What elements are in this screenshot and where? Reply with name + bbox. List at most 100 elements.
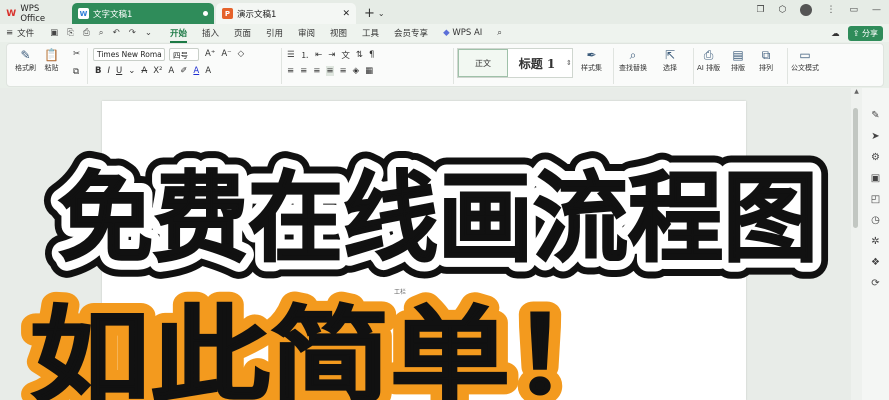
style-set-icon: ✒ xyxy=(586,48,597,62)
menu-page[interactable]: 页面 xyxy=(234,27,251,39)
undo-icon[interactable]: ↶ xyxy=(113,28,120,38)
tab-document[interactable]: W 文字文稿1 xyxy=(72,3,214,24)
align-center-icon[interactable]: ≡ xyxy=(300,66,307,76)
ai-layout-button[interactable]: ⎙ AI 排版 xyxy=(697,47,720,73)
underline-dropdown-icon[interactable]: ⌄ xyxy=(128,66,135,76)
style-scroll-icon[interactable]: ⇕ xyxy=(566,59,572,67)
official-mode-button[interactable]: ▭ 公文模式 xyxy=(791,47,819,73)
print-icon[interactable]: ⎙ xyxy=(83,28,90,38)
divider xyxy=(613,48,614,84)
restore-window-icon[interactable]: ❐ xyxy=(757,5,765,15)
font-size-select[interactable]: 四号 xyxy=(169,48,199,61)
justify-icon[interactable]: ≡ xyxy=(326,66,334,76)
arrange-icon: ⧉ xyxy=(761,48,771,62)
style-heading-1[interactable]: 标题 1 xyxy=(508,49,566,77)
italic-icon[interactable]: I xyxy=(107,66,110,76)
font-name-select[interactable]: Times New Roma xyxy=(93,48,165,61)
shading-icon[interactable]: ◈ xyxy=(353,66,360,76)
maximize-icon[interactable]: — xyxy=(872,5,881,15)
refresh-icon[interactable]: ⟳ xyxy=(871,278,879,289)
redo-icon[interactable]: ↷ xyxy=(129,28,136,38)
page-label: 工栏 xyxy=(394,289,407,296)
settings-icon[interactable]: ✲ xyxy=(871,236,879,247)
menu-insert[interactable]: 插入 xyxy=(202,27,219,39)
style-normal[interactable]: 正文 xyxy=(458,49,508,77)
align-right-icon[interactable]: ≡ xyxy=(313,66,320,76)
cube-icon[interactable]: ⬡ xyxy=(779,5,787,15)
format-painter-icon: ✎ xyxy=(20,48,31,62)
highlight-icon[interactable]: ✐ xyxy=(180,66,187,76)
close-tab-icon[interactable]: ✕ xyxy=(342,9,350,19)
hamburger-icon[interactable]: ≡ xyxy=(6,28,13,38)
strikethrough-icon[interactable]: A xyxy=(141,66,147,76)
cut-icon[interactable]: ✂ xyxy=(73,49,80,59)
select-button[interactable]: ⇱ 选择 xyxy=(663,47,677,73)
find-replace-button[interactable]: ⌕ 查找替换 xyxy=(619,47,647,73)
avatar[interactable] xyxy=(800,4,813,16)
menu-tools[interactable]: 工具 xyxy=(362,27,379,39)
border-icon[interactable]: ▦ xyxy=(365,66,373,76)
send-icon[interactable]: ➤ xyxy=(871,131,879,142)
shrink-font-icon[interactable]: A⁻ xyxy=(221,49,231,59)
vertical-scrollbar[interactable]: ▲ xyxy=(851,88,862,400)
tab-presentation[interactable]: P 演示文稿1 ✕ xyxy=(216,3,356,24)
menu-view[interactable]: 视图 xyxy=(330,27,347,39)
scrollbar-thumb[interactable] xyxy=(853,108,858,228)
clear-format-icon[interactable]: ◇ xyxy=(238,49,245,59)
preview-icon[interactable]: ⌕ xyxy=(99,28,104,38)
menu-file[interactable]: 文件 xyxy=(17,27,34,39)
share-button[interactable]: ⇪ 分享 xyxy=(847,26,883,41)
show-marks-icon[interactable]: ¶ xyxy=(369,50,374,60)
adjust-icon[interactable]: ⚙ xyxy=(871,152,880,163)
menu-reference[interactable]: 引用 xyxy=(266,27,283,39)
official-doc-icon: ▭ xyxy=(799,48,811,62)
more-icon[interactable]: ⋮ xyxy=(826,5,835,15)
underline-icon[interactable]: U xyxy=(116,66,122,76)
superscript-icon[interactable]: X² xyxy=(153,66,162,76)
dropdown-icon[interactable]: ⌄ xyxy=(145,28,152,38)
chinese-layout-icon[interactable]: 文 xyxy=(341,49,350,61)
font-color-icon[interactable]: A xyxy=(193,66,199,76)
chevron-down-icon[interactable]: ⌄ xyxy=(378,9,385,18)
search-icon[interactable]: ⌕ xyxy=(497,28,502,38)
format-painter-button[interactable]: ✎ 格式刷 xyxy=(15,47,36,73)
numbered-list-icon[interactable]: ⒈ xyxy=(301,49,310,61)
menu-home[interactable]: 开始 xyxy=(169,27,187,43)
char-border-icon[interactable]: A xyxy=(205,66,211,76)
window-controls: ❐ ⬡ ⋮ ▭ — xyxy=(757,4,881,16)
bold-icon[interactable]: B xyxy=(95,66,101,76)
new-tab-button[interactable]: + ⌄ xyxy=(364,3,385,24)
presentation-icon: P xyxy=(222,8,233,19)
clipboard-tools: ✂ xyxy=(73,49,80,59)
menu-member[interactable]: 会员专享 xyxy=(394,27,428,39)
export-icon[interactable]: ⎘ xyxy=(67,28,74,38)
wps-logo-icon: W xyxy=(6,8,17,19)
distribute-icon[interactable]: ≡ xyxy=(340,66,347,76)
tab-wps-home[interactable]: W WPS Office xyxy=(0,3,70,24)
cube-icon[interactable]: ◰ xyxy=(871,194,880,205)
save-icon[interactable]: ▣ xyxy=(50,28,58,38)
decrease-indent-icon[interactable]: ⇤ xyxy=(315,50,322,60)
scroll-up-icon[interactable]: ▲ xyxy=(851,88,862,95)
document-page[interactable] xyxy=(102,101,746,400)
menu-review[interactable]: 审阅 xyxy=(298,27,315,39)
copy-icon[interactable]: ⧉ xyxy=(73,67,79,77)
increase-indent-icon[interactable]: ⇥ xyxy=(328,50,335,60)
arrange-button[interactable]: ⧉ 排列 xyxy=(759,47,773,73)
image-icon[interactable]: ▣ xyxy=(871,173,880,184)
cloud-icon[interactable]: ☁ xyxy=(831,29,840,39)
history-icon[interactable]: ◷ xyxy=(871,215,880,226)
text-effect-icon[interactable]: A xyxy=(168,66,174,76)
layout-button[interactable]: ▤ 排版 xyxy=(731,47,745,73)
sort-icon[interactable]: ⇅ xyxy=(356,50,363,60)
font-style-tools: B I U ⌄ A X² A ✐ A A xyxy=(95,66,211,76)
collab-icon[interactable]: ❖ xyxy=(871,257,880,268)
grow-font-icon[interactable]: A⁺ xyxy=(205,49,215,59)
minimize-icon[interactable]: ▭ xyxy=(849,5,858,15)
align-left-icon[interactable]: ≡ xyxy=(287,66,294,76)
style-set-button[interactable]: ✒ 样式集 xyxy=(581,47,602,73)
edit-icon[interactable]: ✎ xyxy=(871,110,879,121)
paste-button[interactable]: 📋 粘贴 xyxy=(44,47,59,73)
menu-wps-ai[interactable]: ◆ WPS AI xyxy=(443,28,482,38)
bullet-list-icon[interactable]: ☰ xyxy=(287,50,295,60)
